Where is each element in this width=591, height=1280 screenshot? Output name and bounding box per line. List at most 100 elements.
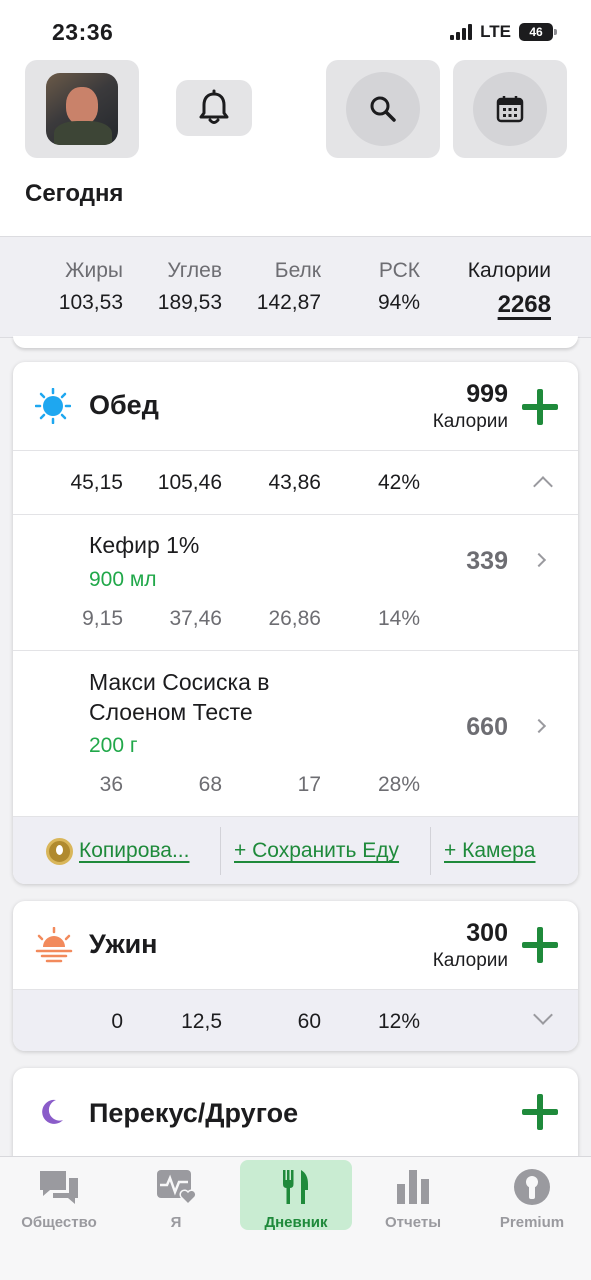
summary-calories-value: 2268	[497, 291, 551, 318]
tab-reports[interactable]: Отчеты	[357, 1160, 469, 1231]
meal-name: Перекус/Другое	[89, 1098, 299, 1128]
summary-label: РСК	[378, 259, 420, 282]
tab-premium[interactable]: Premium	[476, 1160, 588, 1231]
premium-icon	[514, 1169, 550, 1205]
food-macro-rdi: 14%	[377, 607, 420, 630]
copy-meal-link[interactable]: Копирова...	[79, 839, 189, 863]
macro-fat: 45,15	[70, 471, 123, 494]
daily-summary[interactable]: Жиры 103,53 Углев 189,53 Белк 142,87 РСК…	[0, 236, 591, 338]
summary-label: Калории	[467, 259, 551, 282]
divider	[430, 827, 431, 875]
meal-card-snack: Перекус/Другое	[13, 1068, 578, 1168]
tab-label: Я	[170, 1214, 182, 1231]
meal-macros-row[interactable]: 0 12,5 60 12%	[13, 989, 578, 1051]
tab-label: Premium	[499, 1214, 565, 1231]
avatar	[46, 73, 118, 145]
meal-actions-bar: Копирова... + Сохранить Еду + Камера	[13, 816, 578, 884]
food-macro-carbs: 68	[198, 773, 222, 796]
meal-macros-row[interactable]: 45,15 105,46 43,86 42%	[13, 450, 578, 514]
tab-label: Отчеты	[384, 1214, 442, 1231]
expand-chevron-icon[interactable]	[533, 1005, 553, 1025]
summary-calories: Калории 2268	[468, 259, 551, 319]
meal-calories-value: 300	[466, 919, 508, 947]
food-calories: 339	[466, 547, 508, 575]
summary-value: 189,53	[157, 291, 222, 314]
meal-calories: 999 Калории	[433, 380, 508, 433]
sunset-icon	[35, 927, 73, 963]
network-type: LTE	[480, 22, 511, 41]
meal-name: Ужин	[89, 929, 158, 959]
meal-calories-label: Калории	[432, 411, 508, 432]
add-food-button[interactable]	[522, 389, 558, 425]
food-item[interactable]: Кефир 1% 900 мл 339 9,15 37,46 26,86 14%	[13, 514, 578, 650]
header-area: 23:36 LTE 46 Сегодня	[0, 0, 591, 236]
previous-meal-card-edge	[13, 336, 578, 348]
food-macro-fat: 9,15	[82, 607, 123, 630]
search-button[interactable]	[326, 60, 440, 158]
macro-protein: 60	[297, 1010, 321, 1033]
food-macro-protein: 26,86	[268, 607, 321, 630]
macro-carbs: 12,5	[181, 1010, 222, 1033]
collapse-chevron-icon[interactable]	[533, 476, 553, 496]
chevron-right-icon	[531, 718, 547, 734]
bell-icon	[199, 89, 229, 124]
health-icon	[157, 1170, 197, 1204]
status-bar: 23:36 LTE 46	[0, 0, 591, 62]
tab-me[interactable]: Я	[120, 1160, 232, 1231]
tab-bar: Общество Я Дневник Отчеты Premium	[0, 1156, 591, 1280]
status-indicators: LTE 46	[450, 22, 557, 42]
food-name: Кефир 1%	[89, 532, 200, 558]
macro-protein: 43,86	[268, 471, 321, 494]
summary-value: 103,53	[58, 291, 123, 314]
community-icon	[40, 1171, 78, 1204]
meal-card-lunch: Обед 999 Калории 45,15 105,46 43,86 42% …	[13, 362, 578, 884]
food-quantity: 200 г	[89, 734, 138, 757]
add-food-button[interactable]	[522, 1094, 558, 1130]
food-quantity: 900 мл	[89, 568, 157, 591]
food-macro-carbs: 37,46	[169, 607, 222, 630]
food-macro-rdi: 28%	[377, 773, 420, 796]
search-icon	[370, 96, 396, 122]
food-name-line: Макси Сосиска в	[89, 669, 270, 695]
summary-label: Белк	[274, 259, 321, 282]
summary-carbs: Углев 189,53	[158, 259, 222, 315]
calendar-icon	[496, 96, 524, 123]
camera-link[interactable]: + Камера	[444, 839, 536, 863]
notifications-button[interactable]	[176, 80, 252, 136]
summary-value: 94%	[377, 291, 420, 314]
page-title: Сегодня	[25, 180, 124, 207]
moon-icon	[42, 1099, 63, 1124]
summary-protein: Белк 142,87	[257, 259, 321, 315]
food-name-line: Слоеном Тесте	[89, 699, 253, 725]
add-food-button[interactable]	[522, 927, 558, 963]
diary-icon	[283, 1170, 308, 1204]
macro-fat: 0	[111, 1010, 123, 1033]
sun-icon	[35, 388, 71, 424]
food-macro-fat: 36	[99, 773, 123, 796]
status-time: 23:36	[52, 19, 114, 45]
meal-calories: 300 Калории	[433, 919, 508, 972]
meal-calories-value: 999	[466, 380, 508, 408]
food-macro-protein: 17	[297, 773, 321, 796]
summary-value: 142,87	[256, 291, 321, 314]
tab-diary[interactable]: Дневник	[240, 1160, 352, 1231]
calendar-button[interactable]	[453, 60, 567, 158]
meal-card-dinner: Ужин 300 Калории 0 12,5 60 12%	[13, 901, 578, 1051]
premium-lock-icon	[46, 838, 73, 865]
meal-calories-label: Калории	[432, 950, 508, 971]
tab-community[interactable]: Общество	[3, 1160, 115, 1231]
macro-rdi: 12%	[377, 1010, 420, 1033]
battery-icon: 46	[519, 23, 557, 41]
save-meal-link[interactable]: + Сохранить Еду	[234, 839, 399, 863]
summary-label: Жиры	[65, 259, 123, 282]
reports-icon	[397, 1170, 429, 1204]
tab-label: Общество	[21, 1214, 97, 1231]
signal-icon	[450, 24, 473, 40]
summary-label: Углев	[167, 259, 222, 282]
meal-name: Обед	[89, 390, 159, 420]
profile-button[interactable]	[25, 60, 139, 158]
food-item[interactable]: Макси Сосиска в Слоеном Тесте 200 г 660 …	[13, 650, 578, 816]
food-calories: 660	[466, 713, 508, 741]
chevron-right-icon	[531, 552, 547, 568]
macro-rdi: 42%	[377, 471, 420, 494]
